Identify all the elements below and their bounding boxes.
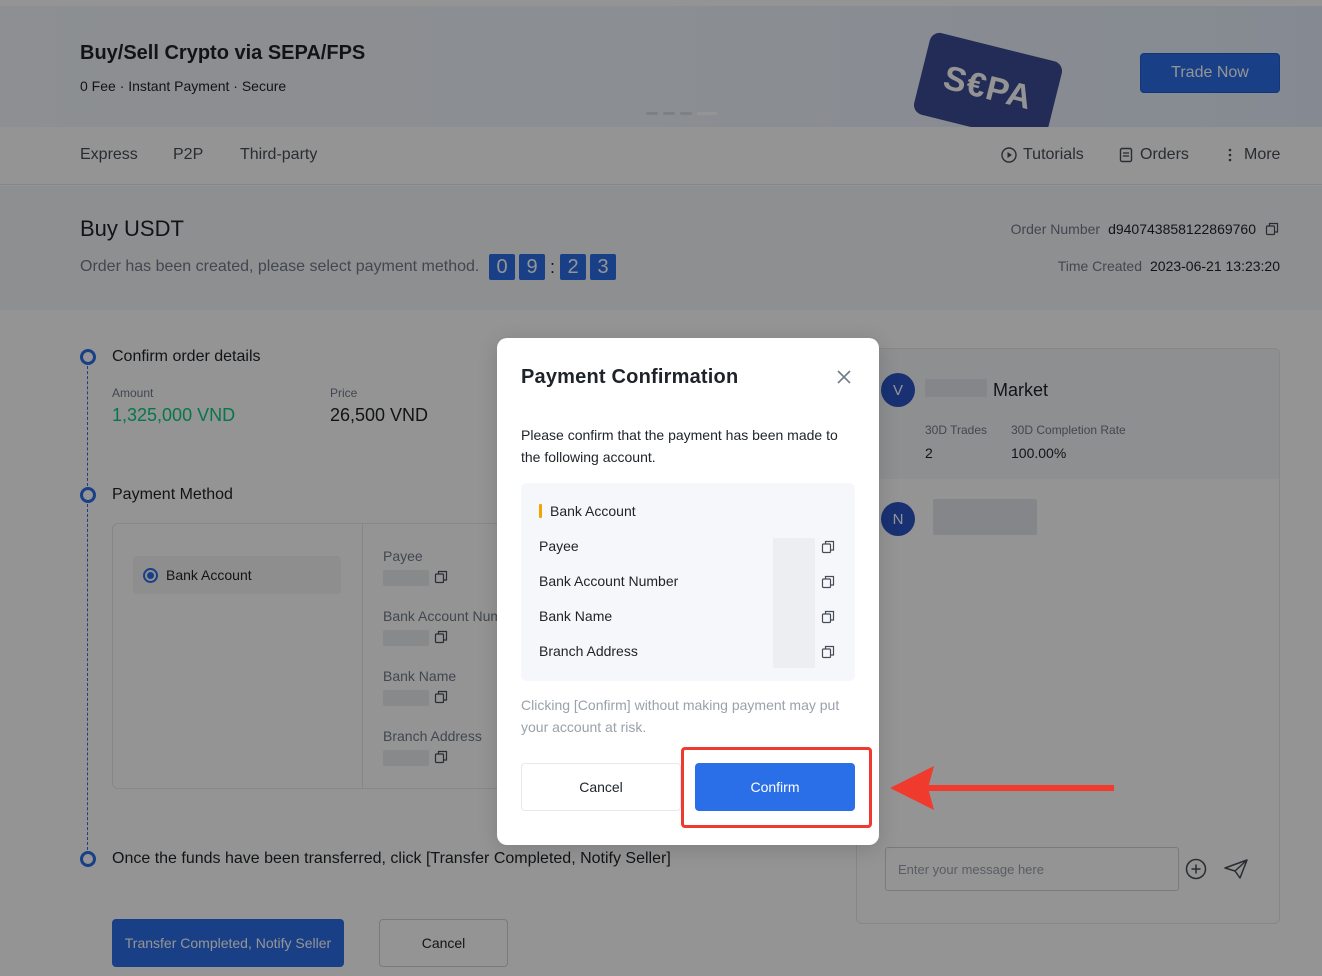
account-row-bank-name: Bank Name xyxy=(539,608,839,624)
close-icon[interactable] xyxy=(833,366,855,388)
risk-warning: Clicking [Confirm] without making paymen… xyxy=(521,697,840,735)
row-label: Branch Address xyxy=(539,643,638,659)
account-details-box: Bank Account Payee Bank Account Number B… xyxy=(521,483,855,681)
copy-icon[interactable] xyxy=(821,645,835,659)
row-label: Bank Account Number xyxy=(539,573,679,589)
account-header: Bank Account xyxy=(539,503,636,519)
account-row-payee: Payee xyxy=(539,538,839,554)
account-marker xyxy=(539,504,542,518)
dialog-cancel-button[interactable]: Cancel xyxy=(521,763,681,811)
account-header-label: Bank Account xyxy=(550,503,636,519)
row-label: Bank Name xyxy=(539,608,613,624)
arrow-left-icon xyxy=(888,760,1118,816)
dialog-description: Please confirm that the payment has been… xyxy=(521,427,838,465)
account-row-number: Bank Account Number xyxy=(539,573,839,589)
copy-icon[interactable] xyxy=(821,610,835,624)
dialog-title: Payment Confirmation xyxy=(521,366,739,388)
copy-icon[interactable] xyxy=(821,540,835,554)
confirm-highlight-box xyxy=(681,747,872,828)
account-row-branch: Branch Address xyxy=(539,643,839,659)
copy-icon[interactable] xyxy=(821,575,835,589)
row-label: Payee xyxy=(539,538,579,554)
